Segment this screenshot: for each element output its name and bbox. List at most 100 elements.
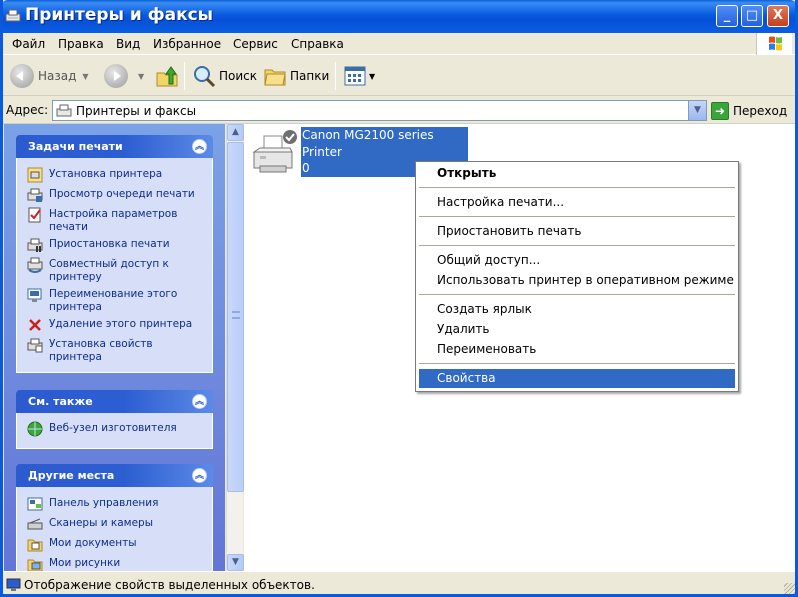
resize-grip[interactable] <box>784 583 796 595</box>
menu-use-online[interactable]: Использовать принтер в оперативном режим… <box>419 271 735 290</box>
task-print-queue[interactable]: Просмотр очереди печати <box>27 188 195 203</box>
menu-file[interactable]: Файл <box>12 37 45 51</box>
views-button[interactable]: ▼ <box>343 63 375 89</box>
title-bar[interactable]: Принтеры и факсы _ □ X <box>0 0 798 33</box>
task-printer-properties[interactable]: Установка свойств принтера <box>27 338 197 364</box>
menu-edit[interactable]: Правка <box>58 37 104 51</box>
scroll-thumb[interactable] <box>227 142 244 492</box>
back-arrow-icon <box>10 64 34 88</box>
share-printer-icon <box>27 257 43 273</box>
task-print-preferences[interactable]: Настройка параметров печати <box>27 207 197 234</box>
print-preferences-icon <box>28 207 41 223</box>
task-label: Настройка параметров печати <box>49 208 178 233</box>
menu-delete[interactable]: Удалить <box>419 320 735 339</box>
menu-favorites[interactable]: Избранное <box>153 37 221 51</box>
print-tasks-body: Установка принтера Просмотр очереди печа… <box>16 158 213 373</box>
minimize-button[interactable]: _ <box>716 5 738 27</box>
address-value: Принтеры и факсы <box>76 104 197 118</box>
see-also-body: Веб-узел изготовителя <box>16 413 213 449</box>
link-label: Мои документы <box>49 537 137 549</box>
pause-printing-icon <box>27 238 43 252</box>
collapse-chevron-icon[interactable]: ︽ <box>192 139 207 154</box>
status-bar: Отображение свойств выделенных объектов. <box>0 571 798 597</box>
printer-properties-icon <box>27 338 43 353</box>
go-button[interactable]: ➜ Переход <box>711 101 787 121</box>
task-label: Установка свойств принтера <box>49 338 153 363</box>
my-pictures-icon <box>27 559 43 571</box>
address-field[interactable]: Принтеры и факсы ▼ <box>52 100 707 121</box>
properties-monitor-icon <box>6 578 21 591</box>
search-button[interactable]: Поиск <box>192 63 257 89</box>
task-label: Просмотр очереди печати <box>49 188 195 200</box>
menu-tools[interactable]: Сервис <box>233 37 278 51</box>
delete-icon <box>29 319 41 331</box>
link-label: Мои рисунки <box>49 557 121 569</box>
address-label: Адрес: <box>6 103 49 117</box>
link-label: Сканеры и камеры <box>49 517 154 529</box>
folders-icon <box>264 69 286 86</box>
windows-logo-icon <box>756 33 792 55</box>
menu-help[interactable]: Справка <box>291 37 344 51</box>
back-button[interactable]: Назад ▼ <box>10 63 89 89</box>
menu-view[interactable]: Вид <box>116 37 140 51</box>
maximize-button[interactable]: □ <box>741 5 763 27</box>
task-delete-printer[interactable]: Удаление этого принтера <box>27 318 192 333</box>
folders-button[interactable]: Папки <box>263 63 329 89</box>
globe-icon <box>27 421 43 437</box>
print-tasks-header[interactable]: Задачи печати ︽ <box>16 135 213 158</box>
link-scanners-cameras[interactable]: Сканеры и камеры <box>27 517 153 532</box>
toolbar: Назад ▼ ▼ Поиск Папки ▼ <box>0 56 798 96</box>
scanner-icon <box>27 518 43 530</box>
link-my-pictures[interactable]: Мои рисунки <box>27 557 120 571</box>
scroll-grip-icon <box>232 311 240 319</box>
printer-name: Canon MG2100 series Printer <box>302 128 434 159</box>
menu-properties[interactable]: Свойства <box>419 369 735 388</box>
my-documents-icon <box>27 539 43 552</box>
menu-sharing[interactable]: Общий доступ... <box>419 251 735 270</box>
see-also-title: См. также <box>28 395 93 408</box>
task-label: Приостановка печати <box>49 238 170 250</box>
link-label: Панель управления <box>49 497 159 509</box>
menu-pause-printing[interactable]: Приостановить печать <box>419 222 735 241</box>
address-bar: Адрес: Принтеры и факсы ▼ ➜ Переход <box>0 97 798 124</box>
print-queue-icon <box>27 188 43 202</box>
menu-print-preferences[interactable]: Настройка печати... <box>419 193 735 212</box>
scroll-up-button[interactable]: ▲ <box>227 124 244 141</box>
back-dropdown-icon[interactable]: ▼ <box>82 72 88 81</box>
forward-button[interactable]: ▼ <box>104 63 144 89</box>
toolbar-separator <box>184 62 185 90</box>
menu-separator <box>419 294 735 295</box>
menu-open[interactable]: Открыть <box>419 164 735 183</box>
task-label: Совместный доступ к принтеру <box>49 258 169 283</box>
task-pause-printing[interactable]: Приостановка печати <box>27 238 170 253</box>
link-manufacturer-website[interactable]: Веб-узел изготовителя <box>27 421 177 437</box>
menu-bar: Файл Правка Вид Избранное Сервис Справка <box>0 33 798 55</box>
other-places-header[interactable]: Другие места ︽ <box>16 464 213 487</box>
printer-item-icon[interactable] <box>250 128 298 178</box>
address-dropdown-button[interactable]: ▼ <box>688 101 706 120</box>
collapse-chevron-icon[interactable]: ︽ <box>192 468 207 483</box>
menu-create-shortcut[interactable]: Создать ярлык <box>419 300 735 319</box>
link-my-documents[interactable]: Мои документы <box>27 537 137 552</box>
task-label: Переименование этого принтера <box>49 288 178 313</box>
task-add-printer[interactable]: Установка принтера <box>27 167 162 183</box>
scroll-down-button[interactable]: ▼ <box>227 554 244 571</box>
menu-separator <box>419 363 735 364</box>
task-share-printer[interactable]: Совместный доступ к принтеру <box>27 257 197 284</box>
views-icon <box>344 66 366 86</box>
menu-separator <box>419 245 735 246</box>
views-dropdown-icon[interactable]: ▼ <box>369 72 375 81</box>
task-pane-scrollbar[interactable]: ▲ ▼ <box>226 124 244 571</box>
context-menu: Открыть Настройка печати... Приостановит… <box>415 161 739 392</box>
task-rename-printer[interactable]: Переименование этого принтера <box>27 288 197 314</box>
collapse-chevron-icon[interactable]: ︽ <box>192 394 207 409</box>
menu-rename[interactable]: Переименовать <box>419 340 735 359</box>
link-control-panel[interactable]: Панель управления <box>27 497 158 512</box>
search-label: Поиск <box>219 69 258 83</box>
forward-dropdown-icon[interactable]: ▼ <box>138 72 144 81</box>
go-arrow-icon: ➜ <box>711 102 729 120</box>
up-folder-button[interactable] <box>155 63 179 89</box>
close-button[interactable]: X <box>767 5 789 27</box>
search-icon <box>194 66 216 88</box>
see-also-header[interactable]: См. также ︽ <box>16 390 213 413</box>
